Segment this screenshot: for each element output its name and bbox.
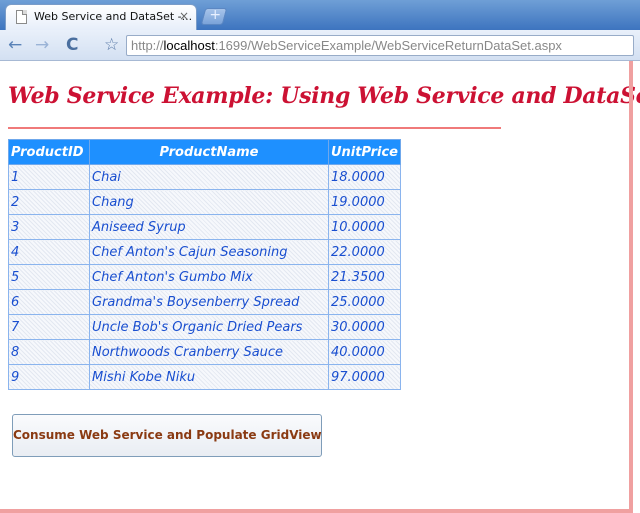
cell-product-id: 1 <box>8 164 90 190</box>
cell-product-name: Aniseed Syrup <box>89 214 329 240</box>
consume-web-service-button[interactable]: Consume Web Service and Populate GridVie… <box>12 414 322 457</box>
reload-button[interactable]: C <box>66 36 78 54</box>
table-row: 9 Mishi Kobe Niku 97.0000 <box>8 364 401 390</box>
star-icon[interactable]: ☆ <box>104 35 119 55</box>
cell-product-id: 5 <box>8 264 90 290</box>
cell-unit-price: 97.0000 <box>328 364 401 390</box>
address-bar[interactable]: http://localhost:1699/WebServiceExample/… <box>126 35 634 56</box>
cell-product-id: 9 <box>8 364 90 390</box>
cell-product-name: Northwoods Cranberry Sauce <box>89 339 329 365</box>
cell-unit-price: 18.0000 <box>328 164 401 190</box>
cell-product-name: Chef Anton's Cajun Seasoning <box>89 239 329 265</box>
new-tab-button[interactable]: + <box>200 7 228 25</box>
browser-toolbar: ← → C ☆ http://localhost:1699/WebService… <box>0 30 640 61</box>
cell-unit-price: 22.0000 <box>328 239 401 265</box>
header-product-id: ProductID <box>8 139 90 165</box>
url-path: :1699/WebServiceExample/WebServiceReturn… <box>214 38 562 53</box>
table-row: 4 Chef Anton's Cajun Seasoning 22.0000 <box>8 239 401 265</box>
header-unit-price: UnitPrice <box>328 139 401 165</box>
table-row: 3 Aniseed Syrup 10.0000 <box>8 214 401 240</box>
table-row: 8 Northwoods Cranberry Sauce 40.0000 <box>8 339 401 365</box>
cell-product-name: Grandma's Boysenberry Spread <box>89 289 329 315</box>
cell-unit-price: 21.3500 <box>328 264 401 290</box>
cell-product-name: Chang <box>89 189 329 215</box>
page-content: Web Service Example: Using Web Service a… <box>0 61 640 509</box>
cell-product-name: Mishi Kobe Niku <box>89 364 329 390</box>
cell-unit-price: 19.0000 <box>328 189 401 215</box>
cell-product-name: Chef Anton's Gumbo Mix <box>89 264 329 290</box>
cell-product-id: 6 <box>8 289 90 315</box>
page-icon <box>16 10 27 24</box>
cell-product-id: 8 <box>8 339 90 365</box>
plus-icon: + <box>209 7 222 23</box>
grid-header-row: ProductID ProductName UnitPrice <box>8 139 401 165</box>
url-text: http://localhost:1699/WebServiceExample/… <box>131 38 562 53</box>
tab-strip: Web Service and DataSet -... × + <box>0 0 640 30</box>
header-product-name: ProductName <box>89 139 329 165</box>
title-divider <box>8 127 501 129</box>
back-button[interactable]: ← <box>8 36 22 54</box>
cell-product-id: 2 <box>8 189 90 215</box>
cell-unit-price: 30.0000 <box>328 314 401 340</box>
cell-product-id: 4 <box>8 239 90 265</box>
cell-product-name: Uncle Bob's Organic Dried Pears <box>89 314 329 340</box>
products-grid: ProductID ProductName UnitPrice 1 Chai 1… <box>8 139 401 390</box>
cell-unit-price: 25.0000 <box>328 289 401 315</box>
forward-button[interactable]: → <box>35 36 49 54</box>
table-row: 1 Chai 18.0000 <box>8 164 401 190</box>
frame-border-bottom <box>0 509 633 513</box>
table-row: 6 Grandma's Boysenberry Spread 25.0000 <box>8 289 401 315</box>
cell-product-id: 7 <box>8 314 90 340</box>
table-row: 5 Chef Anton's Gumbo Mix 21.3500 <box>8 264 401 290</box>
tab-title: Web Service and DataSet -... <box>34 10 193 23</box>
frame-border-right <box>629 61 633 511</box>
page-title: Web Service Example: Using Web Service a… <box>8 83 640 109</box>
close-icon[interactable]: × <box>179 9 189 23</box>
table-row: 7 Uncle Bob's Organic Dried Pears 30.000… <box>8 314 401 340</box>
url-scheme: http:// <box>131 38 164 53</box>
cell-product-id: 3 <box>8 214 90 240</box>
cell-unit-price: 40.0000 <box>328 339 401 365</box>
cell-product-name: Chai <box>89 164 329 190</box>
url-host: localhost <box>163 38 215 53</box>
browser-tab[interactable]: Web Service and DataSet -... × <box>5 4 197 30</box>
cell-unit-price: 10.0000 <box>328 214 401 240</box>
table-row: 2 Chang 19.0000 <box>8 189 401 215</box>
